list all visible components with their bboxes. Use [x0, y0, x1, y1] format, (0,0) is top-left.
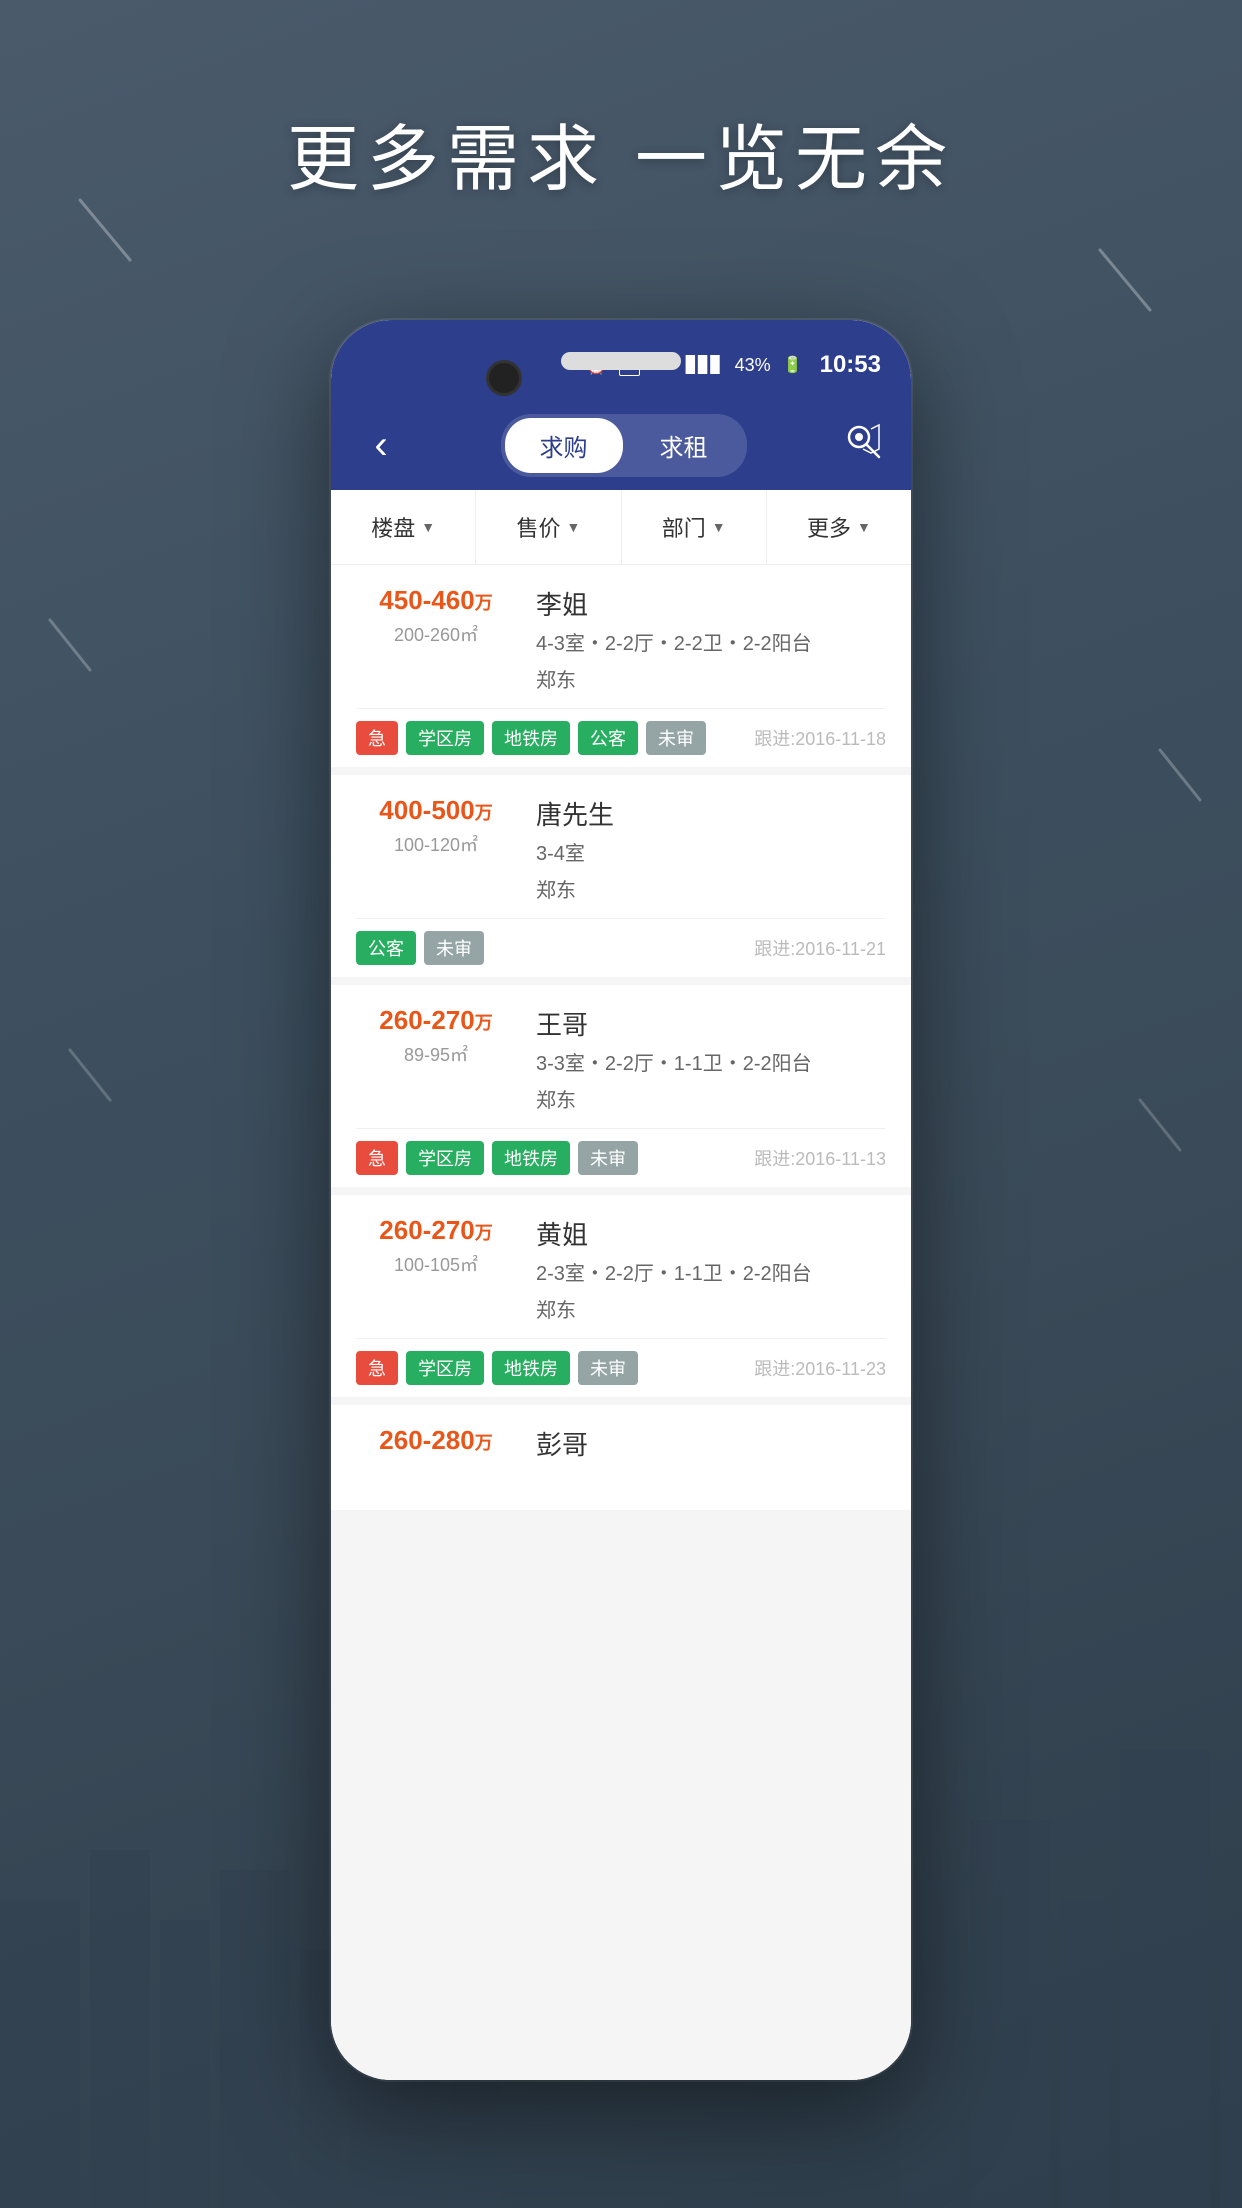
- listing-footer-2: 公客 未审 跟进:2016-11-21: [356, 918, 886, 977]
- tag-urgent-4: 急: [356, 1351, 398, 1385]
- filter-property[interactable]: 楼盘 ▼: [331, 490, 476, 564]
- listing-location-1: 郑东: [536, 664, 886, 693]
- tab-buy[interactable]: 求购: [505, 418, 623, 473]
- listing-main-3: 260-270万 89-95㎡ 王哥 3-3室・2-2厅・1-1卫・2-2阳台 …: [356, 1005, 886, 1128]
- tags-3: 急 学区房 地铁房 未审: [356, 1141, 638, 1175]
- filter-more[interactable]: 更多 ▼: [767, 490, 911, 564]
- tags-2: 公客 未审: [356, 931, 484, 965]
- listing-price-3: 260-270万 89-95㎡: [356, 1005, 516, 1113]
- tag-metro-4: 地铁房: [492, 1351, 570, 1385]
- price-range-4: 260-270万: [356, 1215, 516, 1246]
- tags-1: 急 学区房 地铁房 公客 未审: [356, 721, 706, 755]
- filter-property-label: 楼盘: [371, 511, 415, 543]
- tag-metro-3: 地铁房: [492, 1141, 570, 1175]
- signal-bars-icon: ▊▊▊: [686, 355, 723, 375]
- listing-footer-3: 急 学区房 地铁房 未审 跟进:2016-11-13: [356, 1128, 886, 1187]
- listing-price-2: 400-500万 100-120㎡: [356, 795, 516, 903]
- tag-school-4: 学区房: [406, 1351, 484, 1385]
- tag-school-1: 学区房: [406, 721, 484, 755]
- tag-public-2: 公客: [356, 931, 416, 965]
- follow-date-1: 跟进:2016-11-18: [754, 725, 886, 751]
- listings-container: 450-460万 200-260㎡ 李姐 4-3室・2-2厅・2-2卫・2-2阳…: [331, 565, 911, 2080]
- listing-main-4: 260-270万 100-105㎡ 黄姐 2-3室・2-2厅・1-1卫・2-2阳…: [356, 1215, 886, 1338]
- listing-card-4[interactable]: 260-270万 100-105㎡ 黄姐 2-3室・2-2厅・1-1卫・2-2阳…: [331, 1195, 911, 1397]
- listing-price-5: 260-280万: [356, 1425, 516, 1470]
- filter-more-arrow: ▼: [857, 519, 871, 535]
- tag-school-3: 学区房: [406, 1141, 484, 1175]
- battery-icon: 🔋: [783, 355, 803, 375]
- filter-price-arrow: ▼: [566, 519, 580, 535]
- listing-detail-1: 4-3室・2-2厅・2-2卫・2-2阳台: [536, 630, 886, 658]
- listing-main-1: 450-460万 200-260㎡ 李姐 4-3室・2-2厅・2-2卫・2-2阳…: [356, 585, 886, 708]
- filter-price-label: 售价: [516, 511, 560, 543]
- price-range-2: 400-500万: [356, 795, 516, 826]
- filter-department-arrow: ▼: [712, 519, 726, 535]
- listing-detail-4: 2-3室・2-2厅・1-1卫・2-2阳台: [536, 1260, 886, 1288]
- listing-name-2: 唐先生: [536, 795, 886, 832]
- headline: 更多需求 一览无余: [0, 100, 1242, 205]
- follow-date-3: 跟进:2016-11-13: [754, 1145, 886, 1171]
- tag-pending-1: 未审: [646, 721, 706, 755]
- tag-pending-4: 未审: [578, 1351, 638, 1385]
- listing-detail-2: 3-4室: [536, 840, 886, 868]
- tag-public-1: 公客: [578, 721, 638, 755]
- price-area-1: 200-260㎡: [356, 621, 516, 647]
- tag-pending-2: 未审: [424, 931, 484, 965]
- listing-card-3[interactable]: 260-270万 89-95㎡ 王哥 3-3室・2-2厅・1-1卫・2-2阳台 …: [331, 985, 911, 1187]
- phone-mockup: ⏰ 1 4G ▊▊▊ 43% 🔋 10:53 ‹ 求购 求租: [331, 320, 911, 2080]
- nav-bar: ‹ 求购 求租: [331, 400, 911, 490]
- price-range-3: 260-270万: [356, 1005, 516, 1036]
- tag-urgent-3: 急: [356, 1141, 398, 1175]
- filter-department-label: 部门: [662, 511, 706, 543]
- filter-bar: 楼盘 ▼ 售价 ▼ 部门 ▼ 更多 ▼: [331, 490, 911, 565]
- listing-card-2[interactable]: 400-500万 100-120㎡ 唐先生 3-4室 郑东 公客 未审: [331, 775, 911, 977]
- listing-location-3: 郑东: [536, 1084, 886, 1113]
- listing-name-5: 彭哥: [536, 1425, 886, 1462]
- listing-info-4: 黄姐 2-3室・2-2厅・1-1卫・2-2阳台 郑东: [536, 1215, 886, 1323]
- time-display: 10:53: [820, 351, 881, 379]
- listing-location-4: 郑东: [536, 1294, 886, 1323]
- phone-camera: [486, 360, 522, 396]
- listing-main-5: 260-280万 彭哥: [356, 1425, 886, 1485]
- listing-location-2: 郑东: [536, 874, 886, 903]
- tags-4: 急 学区房 地铁房 未审: [356, 1351, 638, 1385]
- filter-department[interactable]: 部门 ▼: [622, 490, 767, 564]
- listing-info-2: 唐先生 3-4室 郑东: [536, 795, 886, 903]
- listing-price-1: 450-460万 200-260㎡: [356, 585, 516, 693]
- price-area-3: 89-95㎡: [356, 1041, 516, 1067]
- listing-footer-4: 急 学区房 地铁房 未审 跟进:2016-11-23: [356, 1338, 886, 1397]
- filter-price[interactable]: 售价 ▼: [476, 490, 621, 564]
- follow-date-2: 跟进:2016-11-21: [754, 935, 886, 961]
- price-range-5: 260-280万: [356, 1425, 516, 1456]
- map-icon[interactable]: [841, 421, 886, 469]
- price-area-4: 100-105㎡: [356, 1251, 516, 1277]
- price-range-1: 450-460万: [356, 585, 516, 616]
- listing-card-1[interactable]: 450-460万 200-260㎡ 李姐 4-3室・2-2厅・2-2卫・2-2阳…: [331, 565, 911, 767]
- tag-pending-3: 未审: [578, 1141, 638, 1175]
- listing-card-5[interactable]: 260-280万 彭哥: [331, 1405, 911, 1510]
- filter-more-label: 更多: [807, 511, 851, 543]
- price-area-2: 100-120㎡: [356, 831, 516, 857]
- follow-date-4: 跟进:2016-11-23: [754, 1355, 886, 1381]
- listing-info-5: 彭哥: [536, 1425, 886, 1470]
- battery-percentage: 43%: [735, 355, 771, 376]
- listing-footer-1: 急 学区房 地铁房 公客 未审 跟进:2016-11-18: [356, 708, 886, 767]
- listing-main-2: 400-500万 100-120㎡ 唐先生 3-4室 郑东: [356, 795, 886, 918]
- tag-urgent-1: 急: [356, 721, 398, 755]
- phone-speaker: [561, 352, 681, 370]
- phone-screen: ⏰ 1 4G ▊▊▊ 43% 🔋 10:53 ‹ 求购 求租: [331, 320, 911, 2080]
- tag-metro-1: 地铁房: [492, 721, 570, 755]
- back-button[interactable]: ‹: [356, 423, 406, 468]
- listing-detail-3: 3-3室・2-2厅・1-1卫・2-2阳台: [536, 1050, 886, 1078]
- listing-info-1: 李姐 4-3室・2-2厅・2-2卫・2-2阳台 郑东: [536, 585, 886, 693]
- tab-rent[interactable]: 求租: [625, 418, 743, 473]
- listing-name-4: 黄姐: [536, 1215, 886, 1252]
- listing-name-1: 李姐: [536, 585, 886, 622]
- filter-property-arrow: ▼: [421, 519, 435, 535]
- listing-price-4: 260-270万 100-105㎡: [356, 1215, 516, 1323]
- nav-tabs: 求购 求租: [501, 414, 747, 477]
- listing-info-3: 王哥 3-3室・2-2厅・1-1卫・2-2阳台 郑东: [536, 1005, 886, 1113]
- listing-name-3: 王哥: [536, 1005, 886, 1042]
